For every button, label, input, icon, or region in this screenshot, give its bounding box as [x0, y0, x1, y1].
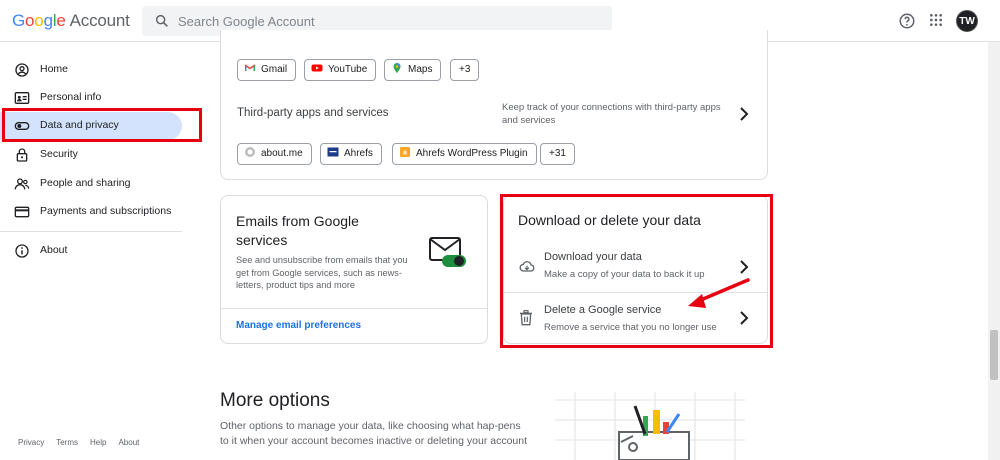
sidebar: Home Personal info Data and privacy Secu…: [0, 42, 200, 460]
chip-about-me[interactable]: about.me: [237, 143, 312, 165]
emails-card-desc: See and unsubscribe from emails that you…: [236, 255, 408, 290]
chip-ahrefs-wordpress[interactable]: a Ahrefs WordPress Plugin: [392, 143, 537, 165]
lock-icon: [16, 148, 28, 162]
footer-link-terms[interactable]: Terms: [56, 438, 78, 447]
highlight-box-download-delete: [500, 194, 773, 348]
red-arrow-annotation: [688, 278, 750, 308]
youtube-icon: [311, 64, 323, 72]
tools-illustration: [555, 392, 745, 460]
google-account-logo[interactable]: Google Account: [12, 11, 130, 31]
sidebar-item-label: About: [40, 244, 68, 256]
more-options-title: More options: [220, 390, 330, 411]
ahrefs-wp-icon: a: [400, 147, 410, 157]
footer-link-help[interactable]: Help: [90, 438, 106, 447]
footer-link-privacy[interactable]: Privacy: [18, 438, 44, 447]
sidebar-item-label: Home: [40, 63, 69, 75]
avatar[interactable]: TW: [956, 10, 978, 32]
about-me-icon: [245, 147, 255, 157]
maps-pin-icon: [393, 63, 401, 73]
manage-email-preferences-link[interactable]: Manage email preferences: [236, 320, 361, 331]
sidebar-item-security[interactable]: Security: [0, 141, 182, 169]
sidebar-item-about[interactable]: About: [0, 237, 182, 265]
sidebar-item-label: Personal info: [40, 91, 102, 103]
emails-card-divider: [221, 308, 487, 309]
svg-text:a: a: [403, 150, 407, 157]
info-icon: [15, 244, 29, 258]
credit-card-icon: [14, 206, 30, 218]
sidebar-divider: [0, 231, 182, 232]
third-party-title: Third-party apps and services: [237, 107, 389, 119]
chip-more-google[interactable]: +3: [450, 59, 480, 81]
more-options-desc: Other options to manage your data, like …: [220, 420, 528, 447]
search-icon: [155, 14, 168, 27]
scrollbar-thumb[interactable]: [990, 330, 998, 380]
sidebar-item-home[interactable]: Home: [0, 56, 182, 84]
help-icon[interactable]: [898, 12, 916, 30]
sidebar-item-label: Payments and subscriptions: [40, 205, 172, 217]
chip-gmail[interactable]: Gmail: [237, 59, 297, 81]
sidebar-item-payments[interactable]: Payments and subscriptions: [0, 198, 182, 226]
chip-youtube[interactable]: YouTube: [304, 59, 377, 81]
chip-more-third-party[interactable]: +31: [540, 143, 575, 165]
home-icon: [15, 63, 29, 77]
id-card-icon: [14, 92, 30, 104]
email-toggle-icon: [429, 237, 466, 267]
ahrefs-icon: [327, 147, 339, 157]
emails-card-title: Emails from Google services: [236, 213, 359, 248]
chip-ahrefs[interactable]: Ahrefs: [320, 143, 382, 165]
gmail-icon: [244, 64, 256, 71]
apps-grid-icon[interactable]: [928, 12, 944, 28]
sidebar-item-label: Security: [40, 148, 78, 160]
chip-maps[interactable]: Maps: [384, 59, 442, 81]
chevron-right-icon[interactable]: [738, 107, 750, 121]
highlight-box-data-and-privacy: [2, 108, 202, 142]
sidebar-item-people-and-sharing[interactable]: People and sharing: [0, 170, 182, 198]
scrollbar[interactable]: [988, 42, 1000, 460]
third-party-desc: Keep track of your connections with thir…: [502, 102, 721, 126]
people-icon: [14, 178, 30, 190]
sidebar-item-label: People and sharing: [40, 177, 131, 189]
footer-link-about[interactable]: About: [118, 438, 139, 447]
footer-links: Privacy Terms Help About: [18, 438, 151, 447]
